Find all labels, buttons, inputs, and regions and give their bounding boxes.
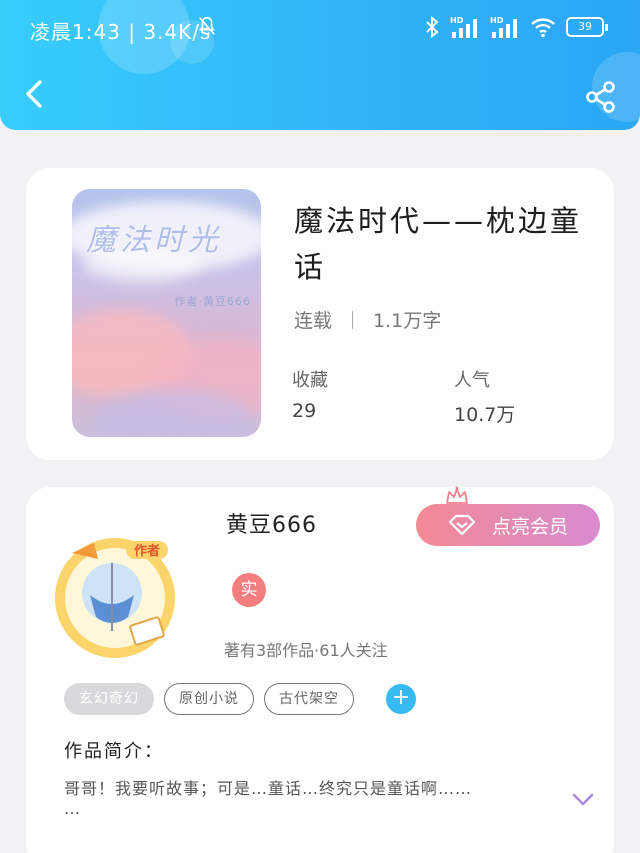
wifi-icon — [531, 18, 555, 38]
cover-title: 魔法时光 — [86, 223, 222, 258]
signal-hd-label: HD — [450, 16, 464, 25]
meta-divider — [352, 310, 354, 329]
author-avatar[interactable]: 作者 — [50, 533, 180, 663]
author-stats: 著有3部作品·61人关注 — [224, 641, 388, 660]
book-title: 魔法时代——枕边童话 — [294, 204, 583, 284]
signal-hd-label: HD — [490, 16, 504, 25]
author-card: 作者 黄豆666 点亮会员 实 著有3部作品·61人关注 玄幻奇幻 原创小说 古… — [26, 486, 614, 853]
book-cover[interactable]: 魔法时光 作者·黄豆666 — [72, 189, 261, 437]
back-button[interactable] — [20, 76, 50, 112]
favorites-label: 收藏 — [292, 370, 328, 391]
diamond-icon — [448, 514, 476, 536]
popularity-label: 人气 — [454, 370, 490, 391]
bluetooth-icon — [426, 16, 439, 38]
author-name: 黄豆666 — [226, 513, 317, 538]
status-time: 凌晨1:43 | 3.4K/s — [30, 20, 212, 44]
tag-list: 玄幻奇幻 原创小说 古代架空 + — [64, 683, 416, 715]
bell-off-icon — [199, 16, 215, 36]
tag-chip[interactable]: 原创小说 — [164, 683, 254, 715]
status-bar: 凌晨1:43 | 3.4K/s HD HD 39 — [0, 0, 640, 56]
battery-icon: 39 — [566, 17, 608, 37]
tag-chip[interactable]: 玄幻奇幻 — [64, 683, 154, 715]
popularity-value: 10.7万 — [454, 404, 516, 426]
vip-button-label: 点亮会员 — [491, 515, 568, 538]
cover-author: 作者·黄豆666 — [174, 295, 251, 308]
author-avatar-badge: 作者 — [134, 543, 160, 559]
add-tag-button[interactable]: + — [386, 684, 416, 714]
book-word-count: 1.1万字 — [373, 310, 442, 332]
signal-icon: HD — [450, 16, 477, 38]
signal-icon: HD — [490, 16, 517, 38]
book-meta: 连载 1.1万字 — [294, 306, 441, 333]
tag-chip[interactable]: 古代架空 — [264, 683, 354, 715]
vip-membership-button[interactable]: 点亮会员 — [416, 504, 600, 546]
intro-text: 哥哥！我要听故事；可是…童话…终究只是童话啊…… … — [64, 779, 473, 818]
book-status: 连载 — [294, 310, 333, 332]
book-info-card: 魔法时光 作者·黄豆666 魔法时代——枕边童话 连载 1.1万字 收藏 29 … — [26, 168, 614, 460]
intro-label: 作品简介： — [64, 741, 164, 762]
app-header: 凌晨1:43 | 3.4K/s HD HD 39 — [0, 0, 640, 130]
verified-badge: 实 — [232, 573, 266, 607]
chevron-down-icon[interactable] — [572, 793, 594, 807]
share-button[interactable] — [584, 80, 618, 114]
status-icons: HD HD 39 — [424, 14, 608, 40]
favorites-value: 29 — [292, 400, 317, 422]
